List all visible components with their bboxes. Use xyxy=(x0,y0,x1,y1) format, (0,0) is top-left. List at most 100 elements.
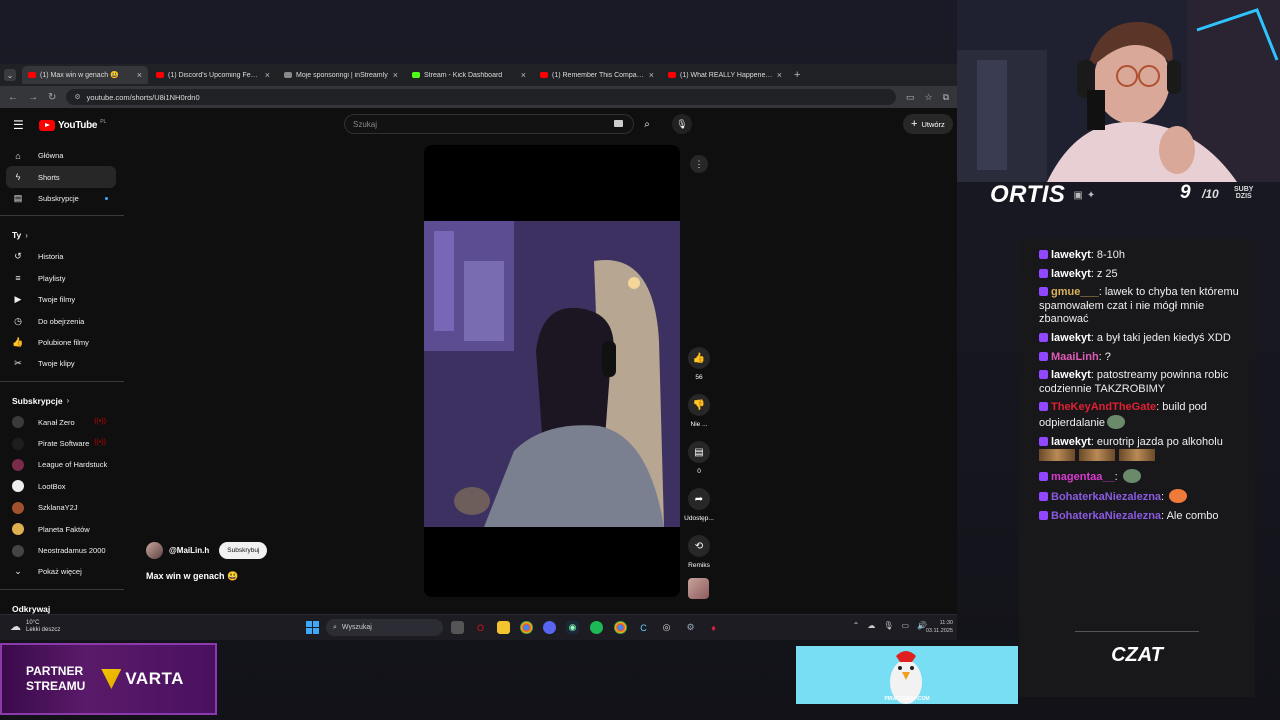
browser-tab[interactable]: (1) Max win w genach 😃 × xyxy=(22,66,148,84)
chat-username[interactable]: lawekyt xyxy=(1051,332,1091,344)
chrome-profile-icon[interactable] xyxy=(614,621,627,634)
subscription-item[interactable]: Neostradamus 2000 xyxy=(0,540,116,561)
subscription-item[interactable]: Planeta Faktów xyxy=(0,518,116,539)
forward-icon[interactable]: → xyxy=(28,92,38,103)
start-menu-icon[interactable] xyxy=(306,621,319,634)
chat-username[interactable]: BohaterkaNiezalezna xyxy=(1051,510,1161,522)
app-icon-ring[interactable]: ◎ xyxy=(660,621,673,634)
chrome-icon[interactable] xyxy=(520,621,533,634)
sidebar-you-heading[interactable]: Ty › xyxy=(0,224,124,246)
extensions-icon[interactable]: ⧉ xyxy=(943,92,949,103)
sidebar-item-historia[interactable]: ↺ Historia xyxy=(0,246,116,267)
subscription-item[interactable]: Pirate Software ((•)) xyxy=(0,433,116,454)
app-icon-pin[interactable]: ♦ xyxy=(707,621,720,634)
tab-search-icon[interactable]: ⌄ xyxy=(4,69,16,81)
more-options-icon[interactable]: ⋮ xyxy=(690,155,708,173)
new-tab-icon[interactable]: + xyxy=(794,69,800,81)
sound-thumbnail[interactable] xyxy=(688,578,709,599)
stream-chat: lawekyt: 8-10h lawekyt: z 25 gmue___: lawe… xyxy=(1019,239,1255,697)
opera-icon[interactable]: O xyxy=(474,621,487,634)
chat-username[interactable]: lawekyt xyxy=(1051,268,1091,280)
subscription-item[interactable]: LootBox xyxy=(0,476,116,497)
site-info-icon[interactable]: ⚙ xyxy=(74,93,80,101)
short-video-frame[interactable] xyxy=(424,221,680,527)
close-tab-icon[interactable]: × xyxy=(137,70,142,80)
tab-favicon-icon xyxy=(28,72,36,78)
search-icon[interactable]: ⌕ xyxy=(634,114,660,134)
social-icons: ▣ ✦ xyxy=(1073,190,1095,201)
hamburger-menu-icon[interactable]: ☰ xyxy=(13,118,27,132)
chat-username[interactable]: MaaiLinh xyxy=(1051,351,1099,363)
sidebar-item-do-obejrzenia[interactable]: ◷ Do obejrzenia xyxy=(0,310,116,331)
file-explorer-icon[interactable] xyxy=(497,621,510,634)
close-tab-icon[interactable]: × xyxy=(649,70,654,80)
share-button[interactable]: ➦ Udostęp... xyxy=(680,488,718,522)
chat-username[interactable]: TheKeyAndTheGate xyxy=(1051,401,1156,413)
sidebar-item-główna[interactable]: ⌂ Główna xyxy=(0,145,116,166)
sidebar-item-playlisty[interactable]: ≡ Playlisty xyxy=(0,268,116,289)
network-icon[interactable]: ▭ xyxy=(901,621,909,630)
chat-username[interactable]: lawekyt xyxy=(1051,436,1091,448)
dislike-button[interactable]: 👎 Nie ... xyxy=(680,394,718,428)
url-field[interactable]: ⚙ youtube.com/shorts/U8i1NH0rdn0 xyxy=(66,89,896,105)
subscribe-button[interactable]: Subskrybuj xyxy=(219,542,268,559)
browser-tab[interactable]: Moje sponsoringi | inStreamly × xyxy=(278,66,404,84)
sidebar-item-shorts[interactable]: ϟ Shorts xyxy=(6,166,116,188)
browser-tab[interactable]: (1) What REALLY Happened to × xyxy=(662,66,788,84)
taskbar-search[interactable]: ⌕ Wyszukaj xyxy=(326,619,443,636)
weather-widget[interactable]: ☁ 10°C Lekki deszcz xyxy=(10,620,60,634)
sidebar-item-twoje-klipy[interactable]: ✂ Twoje klipy xyxy=(0,353,116,374)
close-tab-icon[interactable]: × xyxy=(521,70,526,80)
onedrive-icon[interactable]: ☁ xyxy=(867,621,875,630)
channel-name[interactable]: @MaiLin.h xyxy=(169,546,209,555)
chat-username[interactable]: gmue___ xyxy=(1051,286,1099,298)
search-input[interactable]: Szukaj xyxy=(344,114,634,134)
task-view-icon[interactable] xyxy=(451,621,464,634)
short-player[interactable] xyxy=(424,145,680,597)
spotify-icon[interactable] xyxy=(590,621,603,634)
chat-username[interactable]: BohaterkaNiezalezna xyxy=(1051,491,1161,503)
keyboard-icon[interactable] xyxy=(614,120,623,127)
clock[interactable]: 11:30 03.11.2025 xyxy=(926,620,953,635)
mic-tray-icon[interactable]: 🎙 xyxy=(883,621,893,630)
like-button[interactable]: 👍 56 xyxy=(680,347,718,381)
youtube-logo[interactable]: YouTube PL xyxy=(39,119,106,131)
app-icon-c[interactable]: C xyxy=(637,621,650,634)
comments-button[interactable]: ▤ 0 xyxy=(680,441,718,475)
bookmark-star-icon[interactable]: ☆ xyxy=(924,92,932,103)
chat-username[interactable]: magentaa__ xyxy=(1051,471,1115,483)
sidebar-item-twoje-filmy[interactable]: ▶ Twoje filmy xyxy=(0,289,116,310)
streamer-nameplate: ORTIS ▣ ✦ 9 /10 SUBY DZIŚ xyxy=(990,181,1280,208)
subs-count: 9 xyxy=(1180,182,1191,203)
partner-line2: STREAMU xyxy=(26,679,86,693)
chat-username[interactable]: lawekyt xyxy=(1051,369,1091,381)
subscription-item[interactable]: Kanał Zero ((•)) xyxy=(0,412,116,433)
subscription-item[interactable]: League of Hardstuck xyxy=(0,454,116,475)
show-more-button[interactable]: ⌄ Pokaż więcej xyxy=(0,561,116,582)
create-button[interactable]: + Utwórz xyxy=(903,114,953,134)
remix-button[interactable]: ⟲ Remiks xyxy=(680,535,718,569)
close-tab-icon[interactable]: × xyxy=(393,70,398,80)
taskbar-search-label: Wyszukaj xyxy=(341,624,372,631)
cast-icon[interactable]: ▭ xyxy=(906,92,915,103)
browser-tab[interactable]: (1) Remember This Company? I × xyxy=(534,66,660,84)
browser-tab[interactable]: Stream - Kick Dashboard × xyxy=(406,66,532,84)
sidebar-item-label: Subskrypcje xyxy=(38,193,79,203)
you-heading-label: Ty xyxy=(12,230,22,241)
back-icon[interactable]: ← xyxy=(8,92,18,103)
browser-tab[interactable]: (1) Discord's Upcoming Featur × xyxy=(150,66,276,84)
settings-icon[interactable]: ⚙ xyxy=(684,621,697,634)
chat-username[interactable]: lawekyt xyxy=(1051,249,1091,261)
reload-icon[interactable]: ↻ xyxy=(48,92,56,103)
subscription-item[interactable]: SzklanaY2J xyxy=(0,497,116,518)
close-tab-icon[interactable]: × xyxy=(777,70,782,80)
sidebar-item-subskrypcje[interactable]: ▤ Subskrypcje xyxy=(0,188,116,209)
channel-avatar[interactable] xyxy=(146,542,163,559)
close-tab-icon[interactable]: × xyxy=(265,70,270,80)
discord-icon[interactable] xyxy=(543,621,556,634)
sidebar-subs-heading[interactable]: Subskrypcje › xyxy=(0,390,124,412)
steam-icon[interactable]: ◉ xyxy=(566,621,579,634)
chevron-up-icon[interactable]: ⌃ xyxy=(853,621,860,630)
microphone-icon[interactable]: 🎙 xyxy=(672,114,692,134)
sidebar-item-polubione-filmy[interactable]: 👍 Polubione filmy xyxy=(0,332,116,353)
